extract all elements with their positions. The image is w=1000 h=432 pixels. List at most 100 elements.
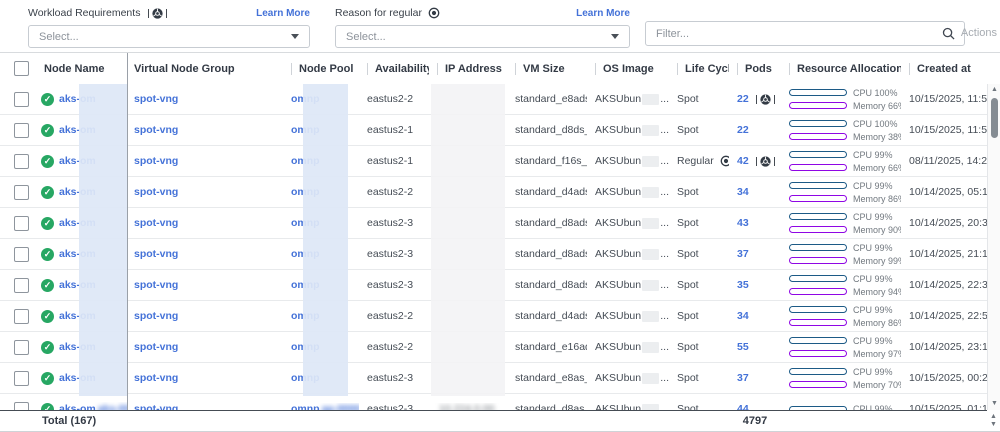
row-checkbox[interactable] (14, 185, 29, 200)
row-checkbox[interactable] (14, 154, 29, 169)
pods-count-link[interactable]: 37 (737, 248, 749, 260)
memory-allocation-bar (789, 164, 847, 171)
life-cycle-value: Spot (677, 310, 699, 322)
workload-requirements-select[interactable]: Select... (28, 25, 310, 48)
pods-count-link[interactable]: 43 (737, 217, 749, 229)
cpu-allocation-bar (789, 89, 847, 96)
redacted-node-pool: ap-0000 (322, 403, 359, 410)
col-life-cycle[interactable]: Life Cycle (685, 63, 729, 75)
scroll-up-icon[interactable]: ▲ (988, 85, 1000, 95)
node-healthy-icon: ✓ (41, 93, 54, 106)
pods-count-link[interactable]: 42 (737, 155, 749, 167)
pods-count-link[interactable]: 22 (737, 93, 749, 105)
life-cycle-value: Spot (677, 186, 699, 198)
virtual-node-group-link[interactable]: spot-vng (134, 93, 178, 105)
cpu-allocation-label: CPU 99% (853, 274, 893, 284)
created-at-value: 10/15/2025, 11:53... (909, 124, 987, 136)
node-pool-link[interactable]: omnp (291, 403, 320, 410)
pods-rightsizing-icon (753, 156, 778, 167)
row-checkbox[interactable] (14, 216, 29, 231)
row-checkbox[interactable] (14, 123, 29, 138)
pods-count-link[interactable]: 44 (737, 403, 749, 410)
row-checkbox[interactable] (14, 247, 29, 262)
redacted-os-image (642, 342, 659, 353)
node-healthy-icon: ✓ (41, 341, 54, 354)
col-os-image[interactable]: OS Image (603, 63, 654, 75)
virtual-node-group-link[interactable]: spot-vng (134, 217, 178, 229)
workload-learn-more-link[interactable]: Learn More (256, 8, 310, 19)
row-checkbox[interactable] (14, 340, 29, 355)
pods-count-link[interactable]: 34 (737, 186, 749, 198)
cpu-allocation-label: CPU 99% (853, 181, 893, 191)
target-icon (720, 155, 729, 167)
memory-allocation-bar (789, 102, 847, 109)
vertical-scrollbar[interactable]: ▲ ▼ (987, 84, 1000, 410)
vm-size-value: standard_f16s_v2 (515, 155, 587, 167)
col-virtual-node-group[interactable]: Virtual Node Group (134, 63, 235, 75)
pods-count-link[interactable]: 22 (737, 124, 749, 136)
col-node-pool[interactable]: Node Pool (299, 63, 353, 75)
pods-count-link[interactable]: 34 (737, 310, 749, 322)
row-checkbox[interactable] (14, 371, 29, 386)
scroll-down-icon[interactable]: ▼ (988, 399, 1000, 409)
workload-requirements-group: Workload Requirements Learn More Select.… (28, 5, 310, 48)
col-ip-address[interactable]: IP Address (445, 63, 502, 75)
select-all-checkbox[interactable] (14, 61, 29, 76)
table-header: Node Name Virtual Node Group Node Pool A… (0, 53, 987, 85)
virtual-node-group-link[interactable]: spot-vng (134, 403, 178, 410)
row-checkbox[interactable] (14, 92, 29, 107)
row-checkbox[interactable] (14, 278, 29, 293)
virtual-node-group-link[interactable]: spot-vng (134, 124, 178, 136)
col-node-name[interactable]: Node Name (44, 63, 105, 75)
row-checkbox[interactable] (14, 309, 29, 324)
virtual-node-group-link[interactable]: spot-vng (134, 310, 178, 322)
pods-count-link[interactable]: 35 (737, 279, 749, 291)
pods-count-link[interactable]: 55 (737, 341, 749, 353)
redacted-os-image (642, 280, 659, 291)
col-vm-size[interactable]: VM Size (523, 63, 565, 75)
os-image-suffix: ... (660, 310, 669, 322)
col-pods[interactable]: Pods (745, 63, 772, 75)
chevron-down-icon (291, 34, 299, 39)
memory-allocation-bar (789, 226, 847, 233)
reason-learn-more-link[interactable]: Learn More (576, 8, 630, 19)
cpu-allocation-label: CPU 99% (853, 367, 893, 377)
memory-allocation-label: Memory 66% (853, 101, 901, 111)
filter-input[interactable] (646, 28, 942, 40)
col-resource-allocations[interactable]: Resource Allocations (797, 63, 901, 75)
memory-allocation-label: Memory 99% (853, 256, 901, 266)
cpu-allocation-bar (789, 337, 847, 344)
cpu-allocation-label: CPU 99% (853, 305, 893, 315)
filter-input-wrap (645, 21, 965, 46)
reason-for-regular-select[interactable]: Select... (335, 25, 630, 48)
availability-zone-value: eastus2-3 (367, 248, 413, 260)
virtual-node-group-link[interactable]: spot-vng (134, 186, 178, 198)
virtual-node-group-link[interactable]: spot-vng (134, 155, 178, 167)
scrollbar-thumb[interactable] (991, 98, 998, 138)
virtual-node-group-link[interactable]: spot-vng (134, 341, 178, 353)
redacted-os-image (642, 373, 659, 384)
node-name-link[interactable]: aks-om (59, 403, 96, 410)
col-availability-zone[interactable]: Availability Zone (375, 63, 429, 75)
outer-scroll-arrows[interactable]: ▲ ▼ (987, 410, 1000, 431)
memory-allocation-bar (789, 133, 847, 140)
life-cycle-value: Spot (677, 124, 699, 136)
virtual-node-group-link[interactable]: spot-vng (134, 248, 178, 260)
toolbar: Workload Requirements Learn More Select.… (0, 0, 1000, 52)
virtual-node-group-link[interactable]: spot-vng (134, 372, 178, 384)
search-icon[interactable] (942, 27, 955, 40)
cpu-allocation-bar (789, 182, 847, 189)
redacted-os-image (642, 311, 659, 322)
cpu-allocation-label: CPU 99% (853, 150, 893, 160)
row-checkbox[interactable] (14, 402, 29, 411)
memory-allocation-label: Memory 38% (853, 132, 901, 142)
virtual-node-group-link[interactable]: spot-vng (134, 279, 178, 291)
os-image-value: AKSUbun (595, 217, 641, 229)
scroll-down-icon[interactable]: ▼ (990, 421, 997, 428)
col-created-at[interactable]: Created at (917, 63, 971, 75)
table-row: ✓ aks-om aks-0000-0000 spot-vng omnpap-0… (0, 394, 987, 410)
os-image-suffix: ... (660, 372, 669, 384)
actions-button[interactable]: Actions (961, 27, 997, 39)
pods-count-link[interactable]: 37 (737, 372, 749, 384)
scroll-up-icon[interactable]: ▲ (990, 413, 997, 420)
